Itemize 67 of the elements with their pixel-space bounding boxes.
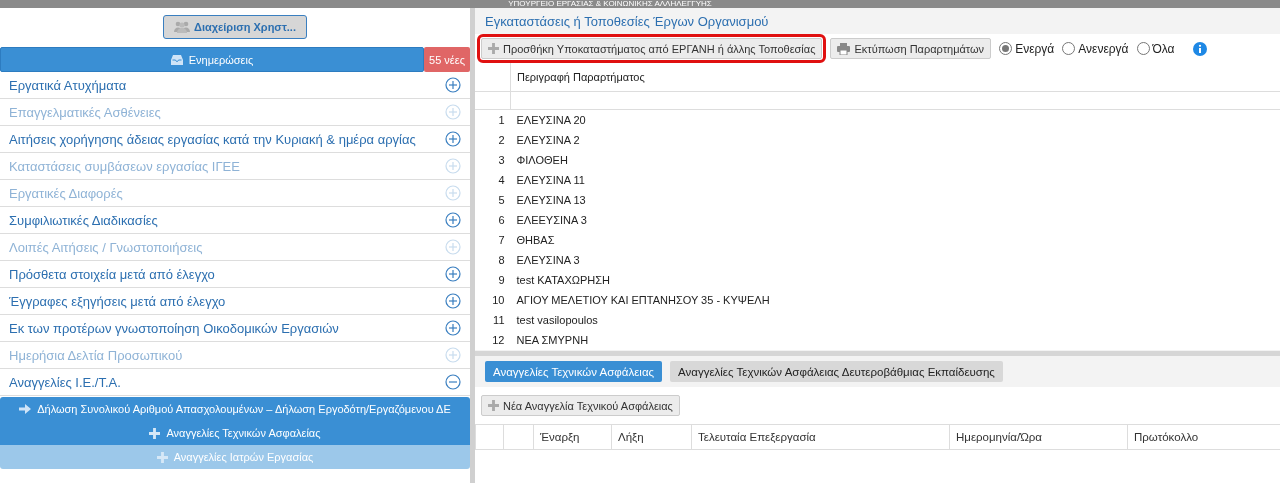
row-number: 3	[498, 154, 505, 166]
row-number: 7	[498, 234, 505, 246]
menu-item[interactable]: Έγγραφες εξηγήσεις μετά από έλεγχο	[0, 288, 470, 315]
expand-icon[interactable]	[445, 77, 461, 93]
plus-icon	[149, 427, 161, 439]
new-count-badge: 55 νέες	[424, 47, 470, 72]
banner-title: ΥΠΟΥΡΓΕΙΟ ΕΡΓΑΣΙΑΣ & ΚΟΙΝΩΝΙΚΗΣ ΑΛΛΗΛΕΓΓΥΗΣ	[508, 0, 712, 8]
expand-icon[interactable]	[445, 293, 461, 309]
info-icon[interactable]	[1192, 41, 1207, 56]
column-header: Έναρξη	[540, 431, 580, 443]
inbox-icon	[170, 54, 183, 65]
table-cell: ΕΛΕΕΥΣΙΝΑ 3	[516, 214, 587, 226]
row-number: 6	[498, 214, 505, 226]
menu-item[interactable]: Εκ των προτέρων γνωστοποίηση Οικοδομικών Εργασιών	[0, 315, 470, 342]
menu-item[interactable]: Αναγγελίες Ι.Ε./Τ.Α.	[0, 369, 470, 396]
print-button[interactable]: Εκτύπωση Παραρτημάτων	[830, 38, 992, 59]
expand-icon[interactable]	[445, 320, 461, 336]
table-cell: ΕΛΕΥΣΙΝΑ 3	[516, 254, 580, 266]
table-cell: ΕΛΕΥΣΙΝΑ 13	[516, 194, 586, 206]
status-radio[interactable]: Όλα	[1136, 41, 1175, 56]
plus-icon	[488, 43, 499, 54]
status-radio[interactable]: Ενεργά	[999, 41, 1055, 56]
new-announcement-button[interactable]: Νέα Αναγγελία Τεχνικού Ασφάλειας	[481, 395, 680, 416]
menu-item[interactable]: Εργατικά Ατυχήματα	[0, 72, 470, 99]
table-cell: ΕΛΕΥΣΙΝΑ 11	[516, 174, 585, 186]
status-radio[interactable]: Ανενεργά	[1062, 41, 1129, 56]
arrow-icon	[19, 404, 32, 414]
updates-button[interactable]: Ενημερώσεις	[0, 47, 424, 72]
column-header: Τελευταία Επεξεργασία	[698, 431, 816, 443]
panel-title: Εγκαταστάσεις ή Τοποθεσίες Έργων Οργανισμού	[484, 13, 770, 31]
printer-icon	[837, 42, 851, 55]
submenu-button[interactable]: Δήλωση Συνολικού Αριθμού Απασχολουμένων – Δήλωση Εργοδότη/Εργαζόμενου ΔΕ	[0, 397, 470, 421]
row-number: 10	[492, 294, 505, 306]
menu-item[interactable]: Συμφιλιωτικές Διαδικασίες	[0, 207, 470, 234]
plus-icon	[156, 451, 168, 463]
row-number: 11	[493, 314, 505, 326]
table-cell: ΕΛΕΥΣΙΝΑ 2	[516, 134, 580, 146]
column-header: Ημερομηνία/Ώρα	[956, 431, 1042, 443]
column-header: Λήξη	[618, 431, 644, 443]
users-icon	[174, 21, 190, 33]
tab[interactable]: Αναγγελίες Τεχνικών Ασφάλειας Δευτεροβάθμιας Εκπαίδευσης	[670, 361, 1003, 382]
row-number: 9	[498, 274, 505, 286]
menu-item[interactable]: Πρόσθετα στοιχεία μετά από έλεγχο	[0, 261, 470, 288]
table-cell: ΦΙΛΟΘΕΗ	[516, 154, 568, 166]
table-cell: ΕΛΕΥΣΙΝΑ 20	[516, 114, 586, 126]
expand-icon[interactable]	[445, 212, 461, 228]
table-cell: ΑΓΙΟΥ ΜΕΛΕΤΙΟΥ ΚΑΙ ΕΠΤΑΝΗΣΟΥ 35 - ΚΥΨΕΛΗ	[516, 294, 770, 306]
row-number: 2	[498, 134, 505, 146]
table-cell: ΘΗΒΑΣ	[516, 234, 555, 246]
row-number: 4	[498, 174, 505, 186]
table-cell: ΝΕΑ ΣΜΥΡΝΗ	[516, 334, 589, 346]
plus-icon	[488, 400, 499, 411]
user-management-button[interactable]: Διαχείριση Χρηστ...	[163, 15, 307, 39]
row-number: 8	[498, 254, 505, 266]
column-header: Περιγραφή Παραρτήματος	[517, 71, 645, 83]
table-cell: test ΚΑΤΑΧΩΡΗΣΗ	[516, 274, 610, 286]
tab[interactable]: Αναγγελίες Τεχνικών Ασφάλειας	[485, 361, 663, 382]
column-header: Πρωτόκολλο	[1134, 431, 1199, 443]
expand-icon[interactable]	[445, 266, 461, 282]
collapse-icon[interactable]	[445, 374, 461, 390]
table-cell: test vasilopoulos	[516, 314, 598, 326]
row-number: 5	[498, 194, 505, 206]
menu-item[interactable]: Αιτήσεις χορήγησης άδειας εργασίας κατά την Κυριακή & ημέρα αργίας	[0, 126, 470, 153]
expand-icon[interactable]	[445, 131, 461, 147]
row-number: 1	[498, 114, 505, 126]
submenu-button[interactable]: Αναγγελίες Τεχνικών Ασφαλείας	[0, 421, 470, 445]
row-number: 12	[492, 334, 505, 346]
